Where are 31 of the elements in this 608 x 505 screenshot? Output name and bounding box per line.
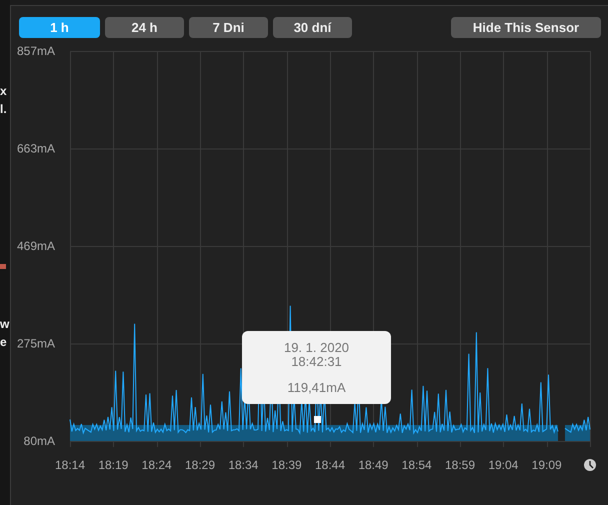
y-axis-label: 663mA — [16, 142, 55, 156]
range-tab[interactable]: 24 h — [105, 17, 184, 38]
x-axis-label: 18:39 — [272, 458, 302, 472]
x-axis-label: 18:44 — [314, 458, 346, 472]
x-axis-label: 18:14 — [54, 458, 86, 472]
tooltip-time: 18:42:31 — [290, 355, 343, 369]
hide-sensor-button[interactable]: Hide This Sensor — [451, 17, 601, 38]
y-axis-label: 857mA — [16, 44, 55, 58]
x-axis-label: 18:34 — [228, 458, 258, 472]
x-axis-label: 19:04 — [488, 458, 518, 472]
x-axis-label: 18:54 — [402, 458, 432, 472]
x-axis-label: 18:24 — [142, 458, 172, 472]
background-text: e — [0, 334, 8, 351]
x-axis-label: 19:09 — [532, 458, 562, 472]
range-tab[interactable]: 30 dní — [273, 17, 352, 38]
y-axis-label: 275mA — [16, 336, 55, 350]
point-marker — [314, 416, 321, 423]
range-tab[interactable]: 7 Dni — [189, 17, 268, 38]
tooltip-value: 119,41mA — [286, 381, 347, 395]
x-axis-label: 18:29 — [184, 458, 216, 472]
accent-bar — [0, 264, 6, 269]
background-text: l. — [0, 101, 8, 118]
y-axis-label: 80mA — [24, 434, 55, 448]
x-axis-label: 18:49 — [358, 458, 388, 472]
x-axis-label: 18:19 — [98, 458, 128, 472]
background-text: w — [0, 316, 10, 333]
x-axis-label: 18:59 — [444, 458, 476, 472]
background-text: x — [0, 83, 8, 100]
y-axis-label: 469mA — [16, 239, 55, 253]
clock-icon[interactable] — [584, 459, 596, 471]
tooltip-date: 19. 1. 2020 — [282, 341, 350, 355]
